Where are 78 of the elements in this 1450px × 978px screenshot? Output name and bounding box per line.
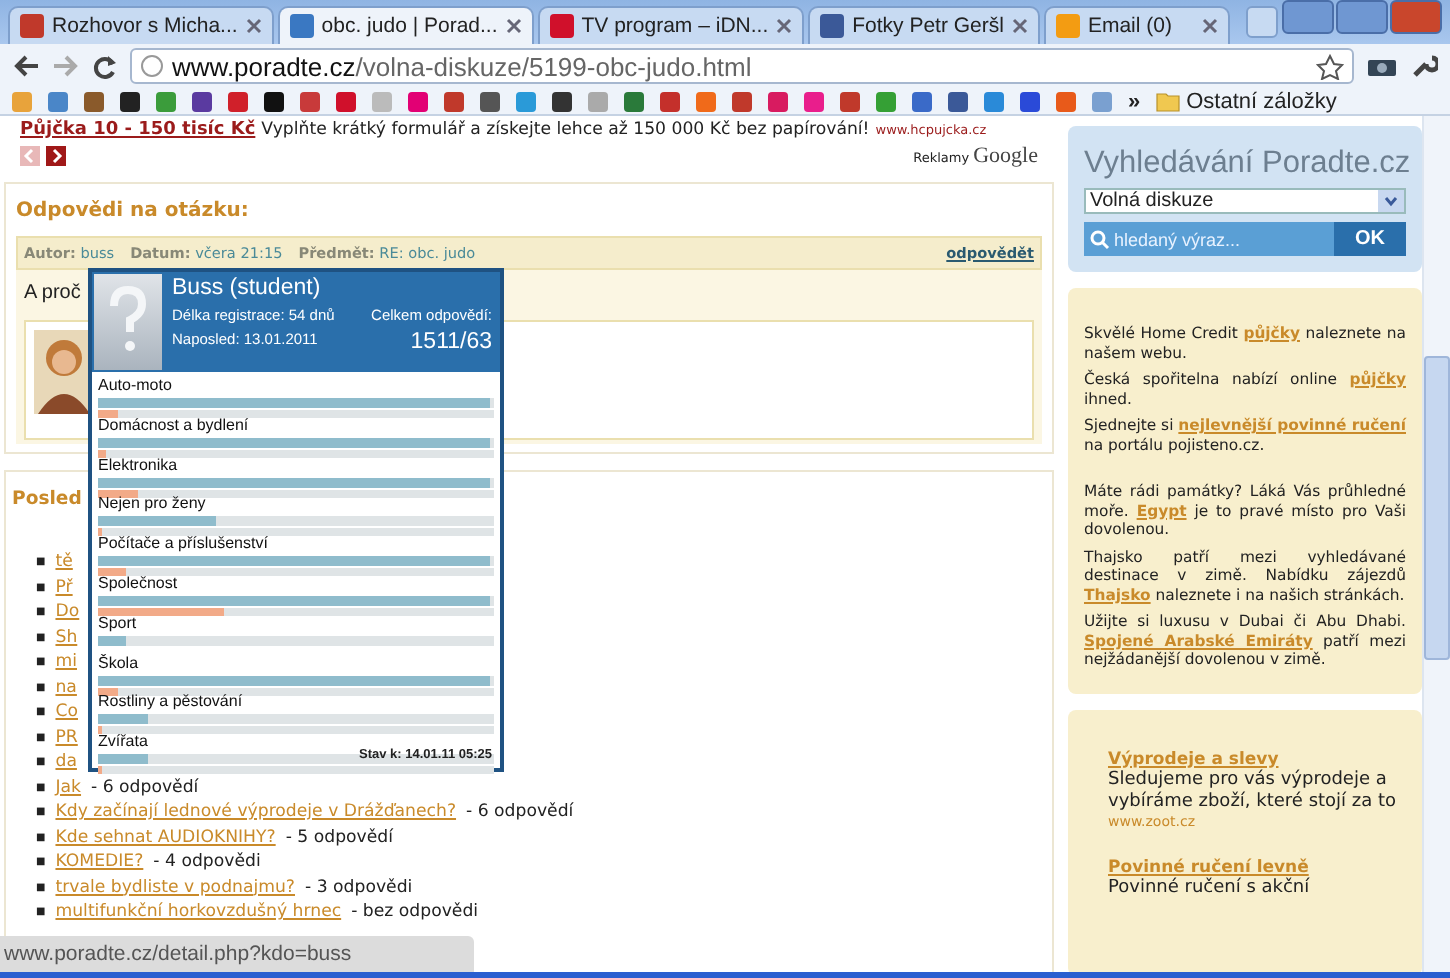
section-heading: Odpovědi na otázku:	[16, 198, 251, 226]
browser-tab[interactable]: Rozhovor s Micha...	[8, 6, 274, 44]
avatar-placeholder-icon	[94, 274, 162, 370]
category-label: Auto-moto	[98, 376, 174, 396]
reload-icon[interactable]	[92, 53, 118, 79]
question-link[interactable]: na	[55, 675, 77, 700]
answer-count: - 6 odpovědí	[91, 775, 199, 800]
answer-count: - 5 odpovědí	[285, 825, 394, 850]
close-icon[interactable]	[776, 18, 793, 34]
category-label: Počítače a příslušenství	[98, 534, 270, 555]
more-bookmarks-button[interactable]: »	[1128, 89, 1141, 113]
question-link[interactable]: PR	[55, 725, 78, 750]
answer-count: - 6 odpovědí	[466, 800, 574, 825]
back-icon[interactable]	[12, 54, 40, 78]
question-link[interactable]: Kde sehnat AUDIOKNIHY?	[55, 825, 276, 850]
globe-icon	[140, 54, 164, 78]
scrollbar[interactable]	[1422, 116, 1450, 976]
browser-tab[interactable]: obc. judo | Porad...	[277, 6, 534, 44]
question-link[interactable]: da	[55, 750, 77, 775]
search-title: Vyhledávání Poradte.cz	[1084, 146, 1406, 182]
question-link[interactable]: Do	[55, 600, 80, 625]
ad-title-link[interactable]: Výprodeje a slevy	[1108, 749, 1406, 769]
star-icon[interactable]	[1316, 53, 1344, 79]
wrench-icon[interactable]	[1410, 52, 1438, 80]
ad-description: Povinné ručení s akční	[1108, 877, 1312, 899]
camera-icon[interactable]	[1366, 54, 1398, 78]
browser-tab[interactable]: Email (0)	[1043, 6, 1230, 44]
close-icon[interactable]	[1201, 18, 1218, 34]
favicon-icon	[549, 14, 574, 38]
ok-button[interactable]: OK	[1334, 222, 1406, 256]
question-link[interactable]: Sh	[55, 625, 78, 650]
ad-link[interactable]: Půjčka 10 - 150 tisíc Kč	[20, 120, 256, 140]
url-text: www.poradte.cz/volna-diskuze/5199-obc-judo.html	[172, 51, 752, 81]
section-heading: Posled	[12, 486, 82, 514]
bookmark-folder[interactable]: Ostatní záložky	[1156, 89, 1337, 113]
ads-brand: Google	[973, 144, 1038, 168]
close-icon[interactable]	[245, 18, 262, 34]
question-link[interactable]: KOMEDIE?	[55, 850, 144, 875]
ad-title-link[interactable]: Povinné ručení levně	[1108, 857, 1406, 877]
question-link[interactable]: tě	[55, 550, 73, 575]
user-name: Buss (student)	[172, 276, 323, 300]
ad-text: Vyplňte krátký formulář a získejte lehce až 150 000 Kč bez papírování!	[261, 120, 870, 140]
favicon-icon	[1055, 14, 1080, 38]
total-answers: 1511/63	[408, 330, 492, 354]
category-select[interactable]: Volná diskuze	[1084, 188, 1406, 214]
browser-tab[interactable]: TV program – iDN...	[537, 6, 805, 44]
category-label: Domácnost a bydlení	[98, 415, 251, 436]
status-bar: www.poradte.cz/detail.php?kdo=buss	[0, 936, 474, 972]
question-link[interactable]: Př	[55, 575, 73, 600]
close-icon[interactable]	[505, 18, 522, 34]
address-bar[interactable]: www.poradte.cz/volna-diskuze/5199-obc-judo.html	[130, 48, 1354, 84]
ad-description: Sledujeme pro vás výprodeje a vybíráme zboží, které stojí za to	[1108, 769, 1399, 813]
favicon-icon	[20, 14, 44, 38]
search-field[interactable]: hledaný výraz...	[1084, 222, 1334, 256]
category-label: Nejen pro ženy	[98, 494, 208, 515]
search-icon	[1090, 229, 1110, 249]
answer-count: - 3 odpovědi	[305, 875, 413, 900]
category-label: Elektronika	[98, 455, 180, 476]
question-link[interactable]: Jak	[55, 775, 82, 800]
scrollbar-thumb[interactable]	[1424, 356, 1450, 660]
next-icon[interactable]	[46, 146, 66, 166]
question-link[interactable]: Co	[55, 700, 78, 725]
answer-count: - bez odpovědi	[351, 900, 479, 925]
question-link[interactable]: Kdy začínají lednové výprodeje v Drážďanech?	[55, 800, 457, 825]
question-link[interactable]: mi	[55, 650, 77, 675]
post-text: A proč	[24, 282, 81, 304]
favicon-icon	[289, 14, 314, 38]
category-label: Společnost	[98, 573, 180, 594]
answer-count: - 4 odpovědi	[153, 850, 261, 875]
browser-tab[interactable]: Fotky Petr Geršl	[808, 6, 1040, 44]
category-label: Škola	[98, 653, 141, 674]
category-label: Rostliny a pěstování	[98, 692, 245, 713]
question-link[interactable]: trvale bydliste v podnajmu?	[55, 875, 295, 900]
favicon-icon	[820, 14, 845, 38]
caret-icon	[1378, 190, 1404, 212]
close-icon[interactable]	[1011, 18, 1028, 34]
category-label: Sport	[98, 613, 139, 634]
question-link[interactable]: multifunkční horkovzdušný hrnec	[55, 900, 342, 925]
